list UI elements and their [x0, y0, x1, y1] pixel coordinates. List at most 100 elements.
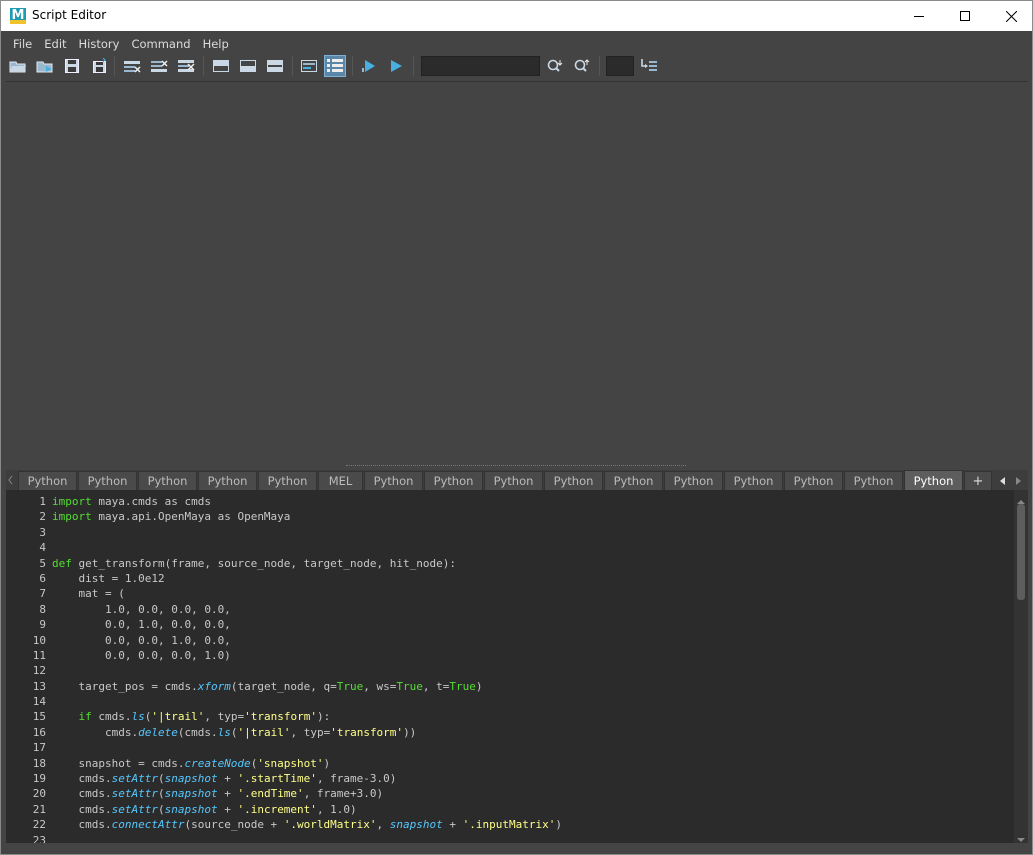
- code-token: ): [475, 679, 483, 693]
- search-input[interactable]: [421, 56, 540, 76]
- tab-python[interactable]: Python: [364, 471, 423, 490]
- code-line: ​: [52, 833, 1012, 843]
- code-line: def get_transform(frame, source_node, ta…: [52, 556, 1012, 571]
- close-button[interactable]: [988, 1, 1033, 31]
- maximize-icon: [960, 11, 970, 21]
- history-output-pane[interactable]: [6, 81, 1028, 463]
- toolbar-separator: [114, 56, 115, 76]
- line-number-gutter: 1 2 3 4 5 6 7 8 9 10 11 12 13 14 15 16 17 18 19 20 21 22 23: [6, 494, 50, 843]
- code-token: (source_node +: [184, 818, 284, 832]
- show-input-button[interactable]: [237, 55, 259, 77]
- menu-command[interactable]: Command: [125, 33, 196, 53]
- execute-selected-icon: [362, 60, 375, 72]
- tab-scroll-left-button[interactable]: [997, 473, 1009, 487]
- script-input-editor[interactable]: 1 2 3 4 5 6 7 8 9 10 11 12 13 14 15 16 17 18 19 20 21 22 23 im…: [6, 490, 1028, 843]
- tab-python[interactable]: Python: [78, 471, 137, 490]
- pane-splitter[interactable]: [6, 463, 1028, 469]
- tab-python[interactable]: Python: [664, 471, 723, 490]
- code-token: , t=: [422, 679, 450, 693]
- code-token: mat = (: [52, 587, 125, 601]
- goto-line-button[interactable]: [638, 55, 660, 77]
- code-line: import maya.api.OpenMaya as OpenMaya: [52, 509, 1012, 524]
- line-number: 16: [32, 725, 46, 739]
- tab-python[interactable]: Python: [138, 471, 197, 490]
- search-down-button[interactable]: [544, 55, 566, 77]
- code-token: import: [52, 495, 92, 508]
- tab-python[interactable]: Python: [604, 471, 663, 490]
- open-script-button[interactable]: [7, 55, 29, 77]
- menu-file[interactable]: File: [7, 33, 38, 53]
- line-number: 3: [39, 525, 46, 539]
- code-token: (: [157, 802, 165, 816]
- tab-scroll-edge: [6, 472, 15, 488]
- tab-python[interactable]: Python: [18, 471, 77, 490]
- tab-python[interactable]: Python: [724, 471, 783, 490]
- scroll-thumb[interactable]: [1017, 504, 1025, 600]
- code-token: )): [403, 725, 417, 739]
- toolbar-separator: [413, 56, 414, 76]
- maximize-button[interactable]: [942, 1, 988, 31]
- code-token: '|trail': [237, 725, 291, 739]
- tab-python[interactable]: Python: [544, 471, 603, 490]
- code-token: (: [157, 787, 165, 801]
- echo-all-commands-button[interactable]: [298, 55, 320, 77]
- execute-selected-button[interactable]: [358, 55, 380, 77]
- add-tab-button[interactable]: +: [964, 471, 992, 490]
- scroll-up-arrow-icon[interactable]: [1016, 492, 1026, 504]
- code-line: ​: [52, 525, 1012, 540]
- show-both-button[interactable]: [264, 55, 286, 77]
- search-up-icon: [574, 59, 590, 72]
- minimize-button[interactable]: [896, 1, 942, 31]
- tab-python[interactable]: Python: [198, 471, 257, 490]
- search-up-button[interactable]: [571, 55, 593, 77]
- code-token: (target_node, q=: [230, 679, 337, 693]
- code-line: if cmds.ls('|trail', typ='transform'):: [52, 709, 1012, 724]
- toolbar-separator: [352, 56, 353, 76]
- tab-python-selected[interactable]: Python: [904, 470, 963, 490]
- line-number: 18: [32, 756, 46, 770]
- code-token: maya.api.OpenMaya as OpenMaya: [91, 510, 291, 524]
- line-number: 7: [39, 587, 46, 601]
- goto-line-input[interactable]: [606, 56, 634, 76]
- clear-history-button[interactable]: [121, 55, 143, 77]
- tab-python[interactable]: Python: [424, 471, 483, 490]
- show-line-numbers-icon: [327, 59, 343, 72]
- source-script-button[interactable]: [34, 55, 56, 77]
- code-token: import: [52, 510, 92, 524]
- tab-python[interactable]: Python: [784, 471, 843, 490]
- code-line: 0.0, 0.0, 1.0, 0.0,: [52, 633, 1012, 648]
- show-line-numbers-button[interactable]: [324, 55, 346, 77]
- code-token: 'transform': [330, 725, 404, 739]
- tab-python[interactable]: Python: [844, 471, 903, 490]
- menu-help[interactable]: Help: [197, 33, 235, 53]
- line-number: 19: [32, 772, 46, 786]
- save-script-button[interactable]: [61, 55, 83, 77]
- tab-python[interactable]: Python: [258, 471, 317, 490]
- execute-all-button[interactable]: [385, 55, 407, 77]
- title-bar: M Script Editor: [0, 0, 1033, 31]
- code-token: , 1.0): [316, 802, 357, 816]
- code-line: cmds.delete(cmds.ls('|trail', typ='trans…: [52, 725, 1012, 740]
- toolbar-separator: [292, 56, 293, 76]
- code-token: ):: [316, 710, 331, 724]
- tab-scroll-right-button[interactable]: [1012, 473, 1024, 487]
- arrow-right-icon: [1016, 477, 1021, 485]
- code-token: snapshot: [164, 787, 218, 801]
- line-number: 10: [32, 633, 46, 647]
- line-number: 4: [39, 541, 46, 555]
- save-to-shelf-button[interactable]: [88, 55, 110, 77]
- menu-history[interactable]: History: [73, 33, 126, 53]
- tab-mel[interactable]: MEL: [318, 471, 363, 490]
- tab-python[interactable]: Python: [484, 471, 543, 490]
- code-area[interactable]: import maya.cmds as cmds import maya.api.…: [52, 494, 1012, 843]
- show-history-button[interactable]: [210, 55, 232, 77]
- menu-edit[interactable]: Edit: [38, 33, 72, 53]
- scroll-down-arrow-icon[interactable]: [1016, 830, 1026, 842]
- code-token: ,: [376, 818, 390, 832]
- open-script-icon: [9, 61, 26, 73]
- clear-input-button[interactable]: [148, 55, 170, 77]
- code-token: 1.0, 0.0, 0.0, 0.0,: [52, 602, 231, 616]
- line-number: 13: [32, 679, 46, 693]
- editor-vertical-scrollbar[interactable]: [1014, 490, 1028, 843]
- clear-all-button[interactable]: [175, 55, 197, 77]
